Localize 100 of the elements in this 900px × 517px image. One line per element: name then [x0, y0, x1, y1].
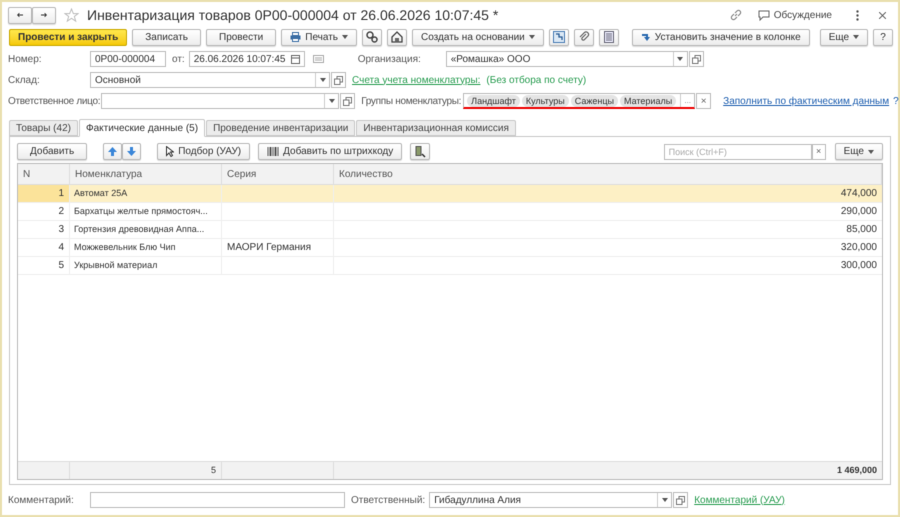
- fill-by-actual-data-link[interactable]: Заполнить по фактическим данным: [723, 94, 890, 108]
- toolbar-icon-button[interactable]: [387, 28, 408, 46]
- open-icon: [692, 54, 701, 64]
- open-button[interactable]: [331, 72, 346, 88]
- structure-icon: [552, 31, 565, 43]
- more-button[interactable]: Еще: [834, 143, 883, 160]
- table-row[interactable]: 2 Бархатцы желтые прямостояч... 290,000: [18, 203, 882, 221]
- group-tag[interactable]: Ландшафт: [467, 94, 520, 106]
- footer-count: 5: [70, 462, 222, 479]
- help-button[interactable]: ?: [873, 28, 894, 46]
- group-tag[interactable]: Материалы: [620, 94, 676, 106]
- toolbar-button[interactable]: Провести: [206, 28, 276, 46]
- close-icon[interactable]: [879, 12, 886, 18]
- barcode-icon: [267, 147, 280, 156]
- open-button[interactable]: [688, 51, 704, 67]
- toolbar-icon-button[interactable]: [548, 28, 569, 46]
- search-field[interactable]: Поиск (Ctrl+F): [664, 144, 812, 160]
- table-row[interactable]: 1 Автомат 25А 474,000: [18, 185, 882, 203]
- table-cell: Гортензия древовидная Аппа...: [70, 221, 222, 238]
- table-cell: Автомат 25А: [70, 185, 222, 202]
- set-column-value-button[interactable]: Установить значение в колонке: [632, 28, 810, 46]
- table-cell-text: 320,000: [840, 241, 878, 255]
- accounts-link[interactable]: Счета учета номенклатуры:: [352, 72, 480, 88]
- arrow-down-icon: [127, 147, 136, 156]
- arrow-up-icon: [108, 147, 118, 156]
- tab[interactable]: Фактические данные (5): [78, 119, 206, 137]
- responsible-person-label: Ответственное лицо:: [8, 94, 102, 108]
- accounts-note: (Без отбора по счету): [486, 74, 586, 88]
- responsible-label: Ответственный:: [351, 494, 426, 508]
- pick-button[interactable]: Подбор (УАУ): [157, 143, 250, 160]
- dropdown-button[interactable]: [315, 73, 329, 87]
- forward-button[interactable]: [32, 6, 56, 24]
- gears-icon: [366, 31, 378, 43]
- caret-icon: [528, 35, 535, 39]
- cursor-icon: [166, 146, 174, 157]
- post-and-close-button[interactable]: Провести и закрыть: [9, 28, 128, 46]
- table-row[interactable]: 5 Укрывной материал 300,000: [18, 257, 882, 275]
- table-cell: 1: [18, 185, 70, 202]
- group-tag[interactable]: Саженцы: [570, 94, 618, 106]
- table-cell: 4: [18, 239, 70, 256]
- table-cell-text: 290,000: [840, 205, 878, 219]
- group-tag[interactable]: Культуры: [522, 94, 569, 106]
- table-cell: 3: [18, 221, 70, 238]
- move-down-button[interactable]: [122, 143, 142, 160]
- curved-arrow-icon: [640, 32, 651, 42]
- tab[interactable]: Инвентаризационная комиссия: [356, 120, 516, 136]
- toolbar-icon-button[interactable]: [574, 28, 594, 46]
- back-arrow-icon: [17, 11, 23, 19]
- table-cell: 2: [18, 203, 70, 220]
- print-button[interactable]: Печать: [281, 28, 358, 46]
- create-based-on-button[interactable]: Создать на основании: [412, 28, 544, 46]
- toolbar-icon-button[interactable]: [362, 28, 382, 46]
- printer-icon: [290, 32, 302, 42]
- select-button[interactable]: ...: [680, 94, 694, 107]
- toolbar-icon-button[interactable]: [598, 28, 619, 46]
- add-button[interactable]: Добавить: [17, 143, 88, 160]
- responsible-field[interactable]: Гибадуллина Алия: [429, 492, 672, 508]
- scanner-button[interactable]: [410, 143, 430, 160]
- table-cell: 5: [18, 257, 70, 274]
- column-header[interactable]: Номенклатура: [70, 164, 222, 184]
- item-groups-field[interactable]: Ландшафт Культуры Саженцы Материалы ...: [463, 93, 696, 109]
- footer-total: 1 469,000: [836, 464, 878, 477]
- table-row[interactable]: 4 Можжевельник Блю Чип МАОРИ Германия 320,000: [18, 239, 882, 257]
- table-row[interactable]: 3 Гортензия древовидная Аппа... 85,000: [18, 221, 882, 239]
- discussion-button[interactable]: Обсуждение: [758, 8, 832, 22]
- caret-icon: [328, 99, 335, 103]
- tab[interactable]: Товары (42): [9, 120, 78, 136]
- help-mark[interactable]: ?: [893, 94, 899, 108]
- column-header[interactable]: Серия: [222, 164, 334, 184]
- caret-icon: [853, 35, 860, 39]
- comment-field[interactable]: [90, 492, 345, 508]
- toolbar-button[interactable]: Записать: [132, 28, 201, 46]
- link-icon[interactable]: [730, 9, 742, 21]
- tab[interactable]: Проведение инвентаризации: [206, 120, 356, 136]
- column-header[interactable]: N: [18, 164, 70, 184]
- date-field[interactable]: 26.06.2026 10:07:45: [188, 51, 305, 67]
- open-button[interactable]: [673, 492, 688, 508]
- move-up-button[interactable]: [103, 143, 122, 160]
- star-icon[interactable]: [64, 8, 79, 22]
- calendar-icon[interactable]: [290, 54, 300, 64]
- back-button[interactable]: [8, 6, 32, 24]
- caret-icon: [677, 57, 684, 61]
- more-button[interactable]: Еще: [820, 28, 868, 46]
- more-vertical-icon[interactable]: [856, 10, 859, 20]
- caret-icon: [320, 78, 326, 82]
- table-cell: Бархатцы желтые прямостояч...: [70, 203, 222, 220]
- paperclip-icon: [578, 31, 590, 43]
- number-field[interactable]: 0Р00-000004: [90, 51, 166, 67]
- item-groups-label: Группы номенклатуры:: [361, 94, 462, 108]
- warehouse-field[interactable]: Основной: [90, 72, 330, 88]
- add-by-barcode-button[interactable]: Добавить по штрихкоду: [258, 143, 402, 160]
- column-header[interactable]: Количество: [334, 164, 882, 184]
- open-icon: [676, 496, 686, 504]
- open-button[interactable]: [340, 93, 356, 109]
- number-label: Номер:: [8, 52, 43, 66]
- list-icon: [604, 31, 614, 43]
- responsible-person-field[interactable]: [101, 93, 340, 109]
- clear-search-button[interactable]: ×: [812, 144, 826, 160]
- organization-field[interactable]: «Ромашка» ООО: [446, 51, 688, 67]
- clear-button[interactable]: ×: [696, 93, 712, 109]
